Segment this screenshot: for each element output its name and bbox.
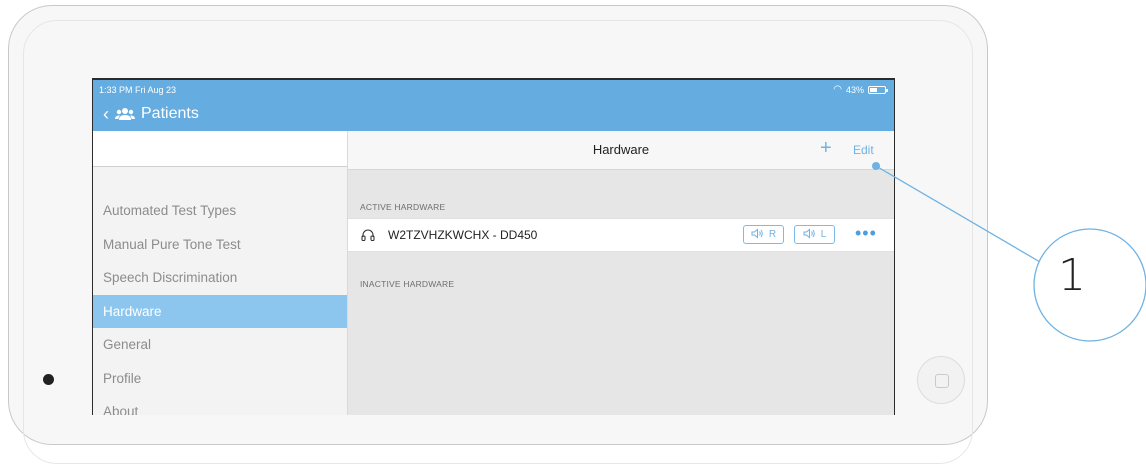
callout-line	[875, 165, 1041, 263]
callout-overlay	[872, 162, 1146, 342]
callout-dot	[872, 162, 880, 170]
callout-number: 1	[1058, 250, 1086, 301]
